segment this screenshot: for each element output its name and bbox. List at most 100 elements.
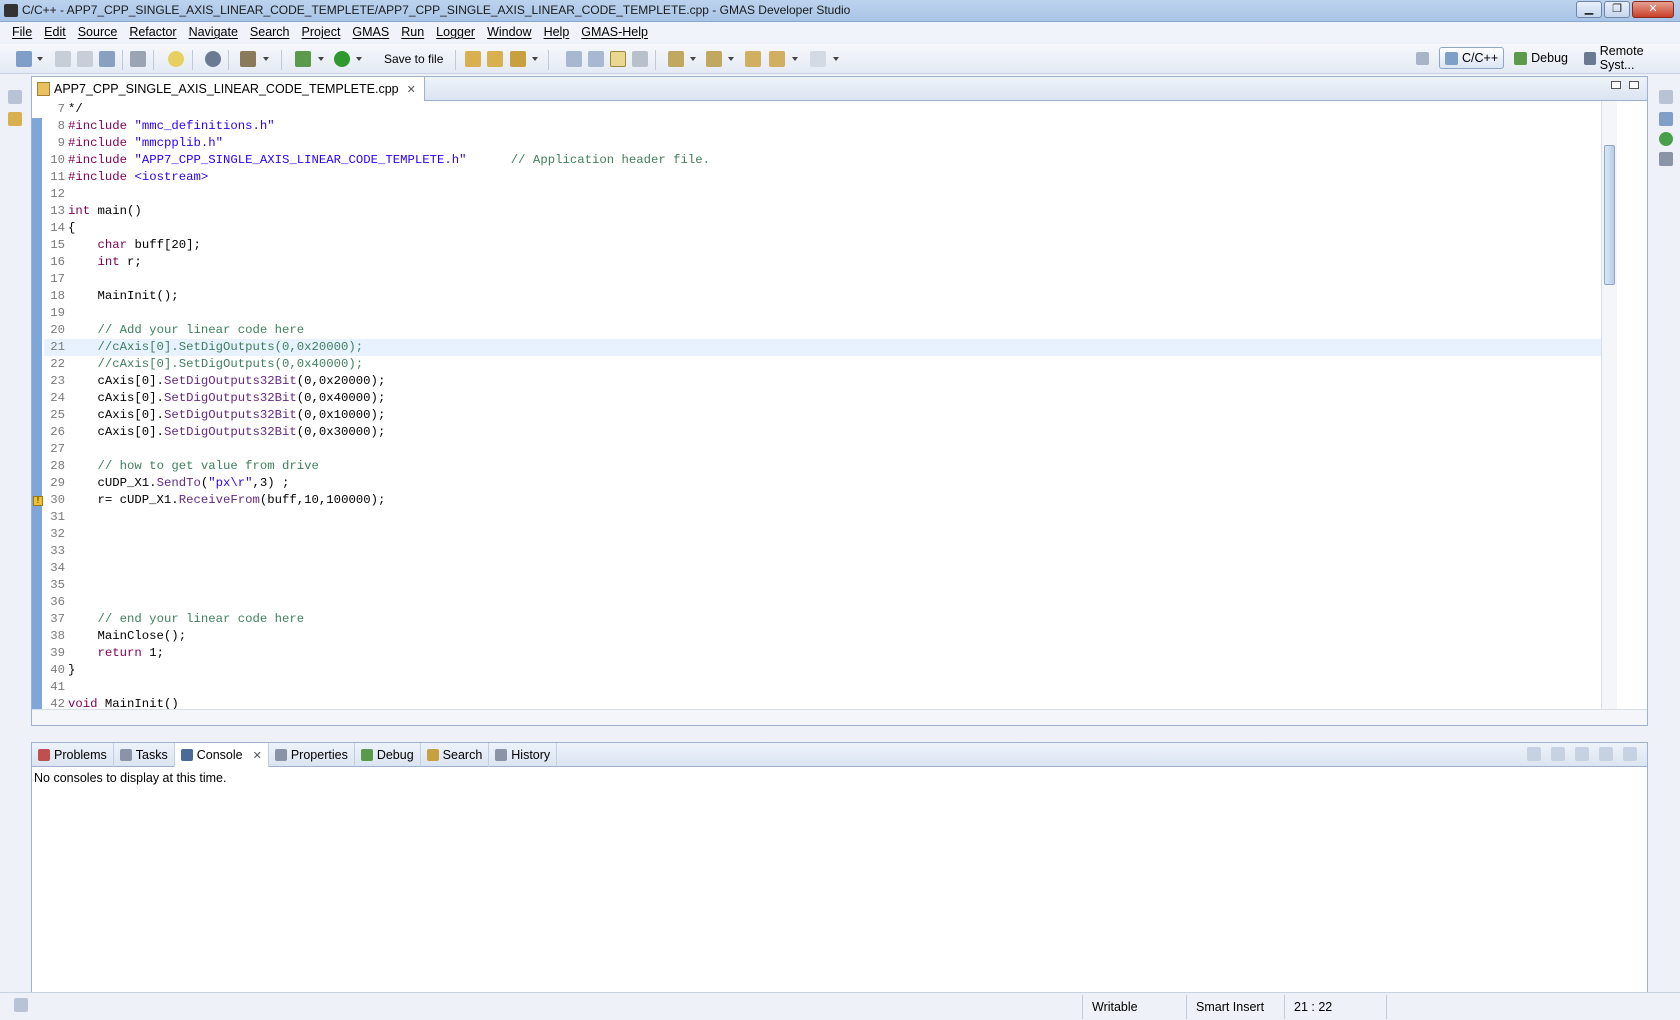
tab-properties[interactable]: Properties [269,743,355,767]
code-line[interactable]: 29 cUDP_X1.SendTo("px\r",3) ; [44,475,1614,492]
code-line[interactable]: 11 #include <iostream> [44,169,1614,186]
block-select-icon[interactable] [632,51,648,67]
make-target-icon[interactable] [1659,132,1673,146]
tab-search[interactable]: Search [421,743,490,767]
search-torch-icon[interactable] [510,51,526,67]
prev-annotation-icon[interactable] [706,51,722,67]
menu-navigate[interactable]: Navigate [183,25,244,39]
menu-gmas[interactable]: GMAS [346,25,395,39]
menu-file[interactable]: File [6,25,38,39]
restore-icon[interactable] [8,90,22,104]
line-text[interactable]: */ [68,101,83,118]
line-text[interactable]: // Add your linear code here [68,322,305,339]
code-line[interactable]: 15 char buff[20]; [44,237,1614,254]
task-list-icon[interactable] [1659,152,1673,166]
back-icon[interactable] [769,51,785,67]
line-text[interactable]: int main() [68,203,142,220]
code-line[interactable]: 9 #include "mmcpplib.h" [44,135,1614,152]
source-code[interactable]: 7 */8 #include "mmc_definitions.h" 9 #includ… [44,101,1614,711]
line-text[interactable]: { [68,220,75,237]
build-binary-icon[interactable] [130,51,146,67]
menu-source[interactable]: Source [72,25,124,39]
debug-bug-icon[interactable] [295,51,311,67]
code-line[interactable]: 28 // how to get value from drive [44,458,1614,475]
line-text[interactable]: #include "APP7_CPP_SINGLE_AXIS_LINEAR_CO… [68,152,710,169]
code-line[interactable]: 22 //cAxis[0].SetDigOutputs(0,0x40000); [44,356,1614,373]
code-line[interactable]: 24 cAxis[0].SetDigOutputs32Bit(0,0x40000… [44,390,1614,407]
line-text[interactable]: //cAxis[0].SetDigOutputs(0,0x20000); [68,339,364,356]
open-type-icon[interactable] [487,51,503,67]
minimize-pane-icon[interactable] [1611,81,1621,89]
close-button[interactable]: ✕ [1632,1,1674,18]
line-text[interactable]: MainClose(); [68,628,187,645]
perspective-cpp[interactable]: C/C++ [1439,47,1505,69]
code-line[interactable]: 14{ [44,220,1614,237]
maximize-button[interactable]: ❐ [1604,1,1630,18]
menu-refactor[interactable]: Refactor [123,25,182,39]
outline-icon[interactable] [1659,112,1673,126]
line-text[interactable]: // end your linear code here [68,611,305,628]
menu-edit[interactable]: Edit [38,25,72,39]
open-console-icon[interactable] [1575,747,1589,761]
new-icon[interactable] [16,51,32,67]
code-line[interactable]: 30 r= cUDP_X1.ReceiveFrom(buff,10,100000… [44,492,1614,509]
menu-gmas-help[interactable]: GMAS-Help [575,25,654,39]
fast-view-icon[interactable] [14,998,28,1012]
code-editor[interactable]: ! 7 */8 #include "mmc_definitions.h" 9 #incl… [32,101,1617,711]
line-text[interactable]: char buff[20]; [68,237,201,254]
highlight-icon[interactable] [610,51,626,67]
build-hammer-icon[interactable] [240,51,256,67]
line-text[interactable]: return 1; [68,645,164,662]
code-line[interactable]: 25 cAxis[0].SetDigOutputs32Bit(0,0x10000… [44,407,1614,424]
code-line[interactable]: 23 cAxis[0].SetDigOutputs32Bit(0,0x20000… [44,373,1614,390]
code-line[interactable]: 16 int r; [44,254,1614,271]
horizontal-scrollbar[interactable] [32,709,1647,725]
code-line[interactable]: 33 [44,543,1614,560]
code-line[interactable]: 10 #include "APP7_CPP_SINGLE_AXIS_LINEAR_… [44,152,1614,169]
menu-help[interactable]: Help [538,25,576,39]
tab-tasks[interactable]: Tasks [114,743,175,767]
display-console-icon[interactable] [1551,747,1565,761]
code-line[interactable]: 26 cAxis[0].SetDigOutputs32Bit(0,0x30000… [44,424,1614,441]
tab-debug[interactable]: Debug [355,743,421,767]
code-line[interactable]: 34 [44,560,1614,577]
tab-problems[interactable]: Problems [32,743,114,767]
show-whitespace-icon[interactable] [588,51,604,67]
save-to-file-button[interactable]: Save to file [384,52,443,66]
menu-logger[interactable]: Logger [430,25,481,39]
menu-run[interactable]: Run [395,25,430,39]
close-tab-icon[interactable]: ✕ [253,749,262,762]
code-line[interactable]: 8 #include "mmc_definitions.h" [44,118,1614,135]
code-line[interactable]: 21 //cAxis[0].SetDigOutputs(0,0x20000); [44,339,1614,356]
code-line[interactable]: 12 [44,186,1614,203]
code-line[interactable]: 31 [44,509,1614,526]
code-line[interactable]: 7 */ [44,101,1614,118]
line-text[interactable]: MainInit(); [68,288,179,305]
tab-history[interactable]: History [489,743,558,767]
restore-icon[interactable] [1659,90,1673,104]
line-text[interactable]: cUDP_X1.SendTo("px\r",3) ; [68,475,290,492]
next-annotation-icon[interactable] [668,51,684,67]
code-line[interactable]: 18 MainInit(); [44,288,1614,305]
line-text[interactable]: //cAxis[0].SetDigOutputs(0,0x40000); [68,356,364,373]
line-text[interactable]: // how to get value from drive [68,458,319,475]
line-text[interactable]: cAxis[0].SetDigOutputs32Bit(0,0x40000); [68,390,386,407]
close-tab-icon[interactable]: ✕ [407,83,416,96]
maximize-pane-icon[interactable] [1629,81,1639,89]
line-text[interactable]: #include "mmcpplib.h" [68,135,223,152]
code-line[interactable]: 38 MainClose(); [44,628,1614,645]
perspective-debug[interactable]: Debug [1508,47,1574,69]
scroll-thumb[interactable] [1604,145,1615,285]
vertical-scrollbar[interactable] [1601,101,1617,711]
code-line[interactable]: 32 [44,526,1614,543]
maximize-pane-icon[interactable] [1623,747,1637,761]
print-icon[interactable] [99,51,115,67]
line-text[interactable]: } [68,662,75,679]
toggle-mark-icon[interactable] [566,51,582,67]
code-line[interactable]: 17 [44,271,1614,288]
last-edit-icon[interactable] [745,51,761,67]
code-line[interactable]: 37 // end your linear code here [44,611,1614,628]
line-text[interactable]: #include <iostream> [68,169,208,186]
forward-icon[interactable] [810,51,826,67]
menu-window[interactable]: Window [481,25,537,39]
